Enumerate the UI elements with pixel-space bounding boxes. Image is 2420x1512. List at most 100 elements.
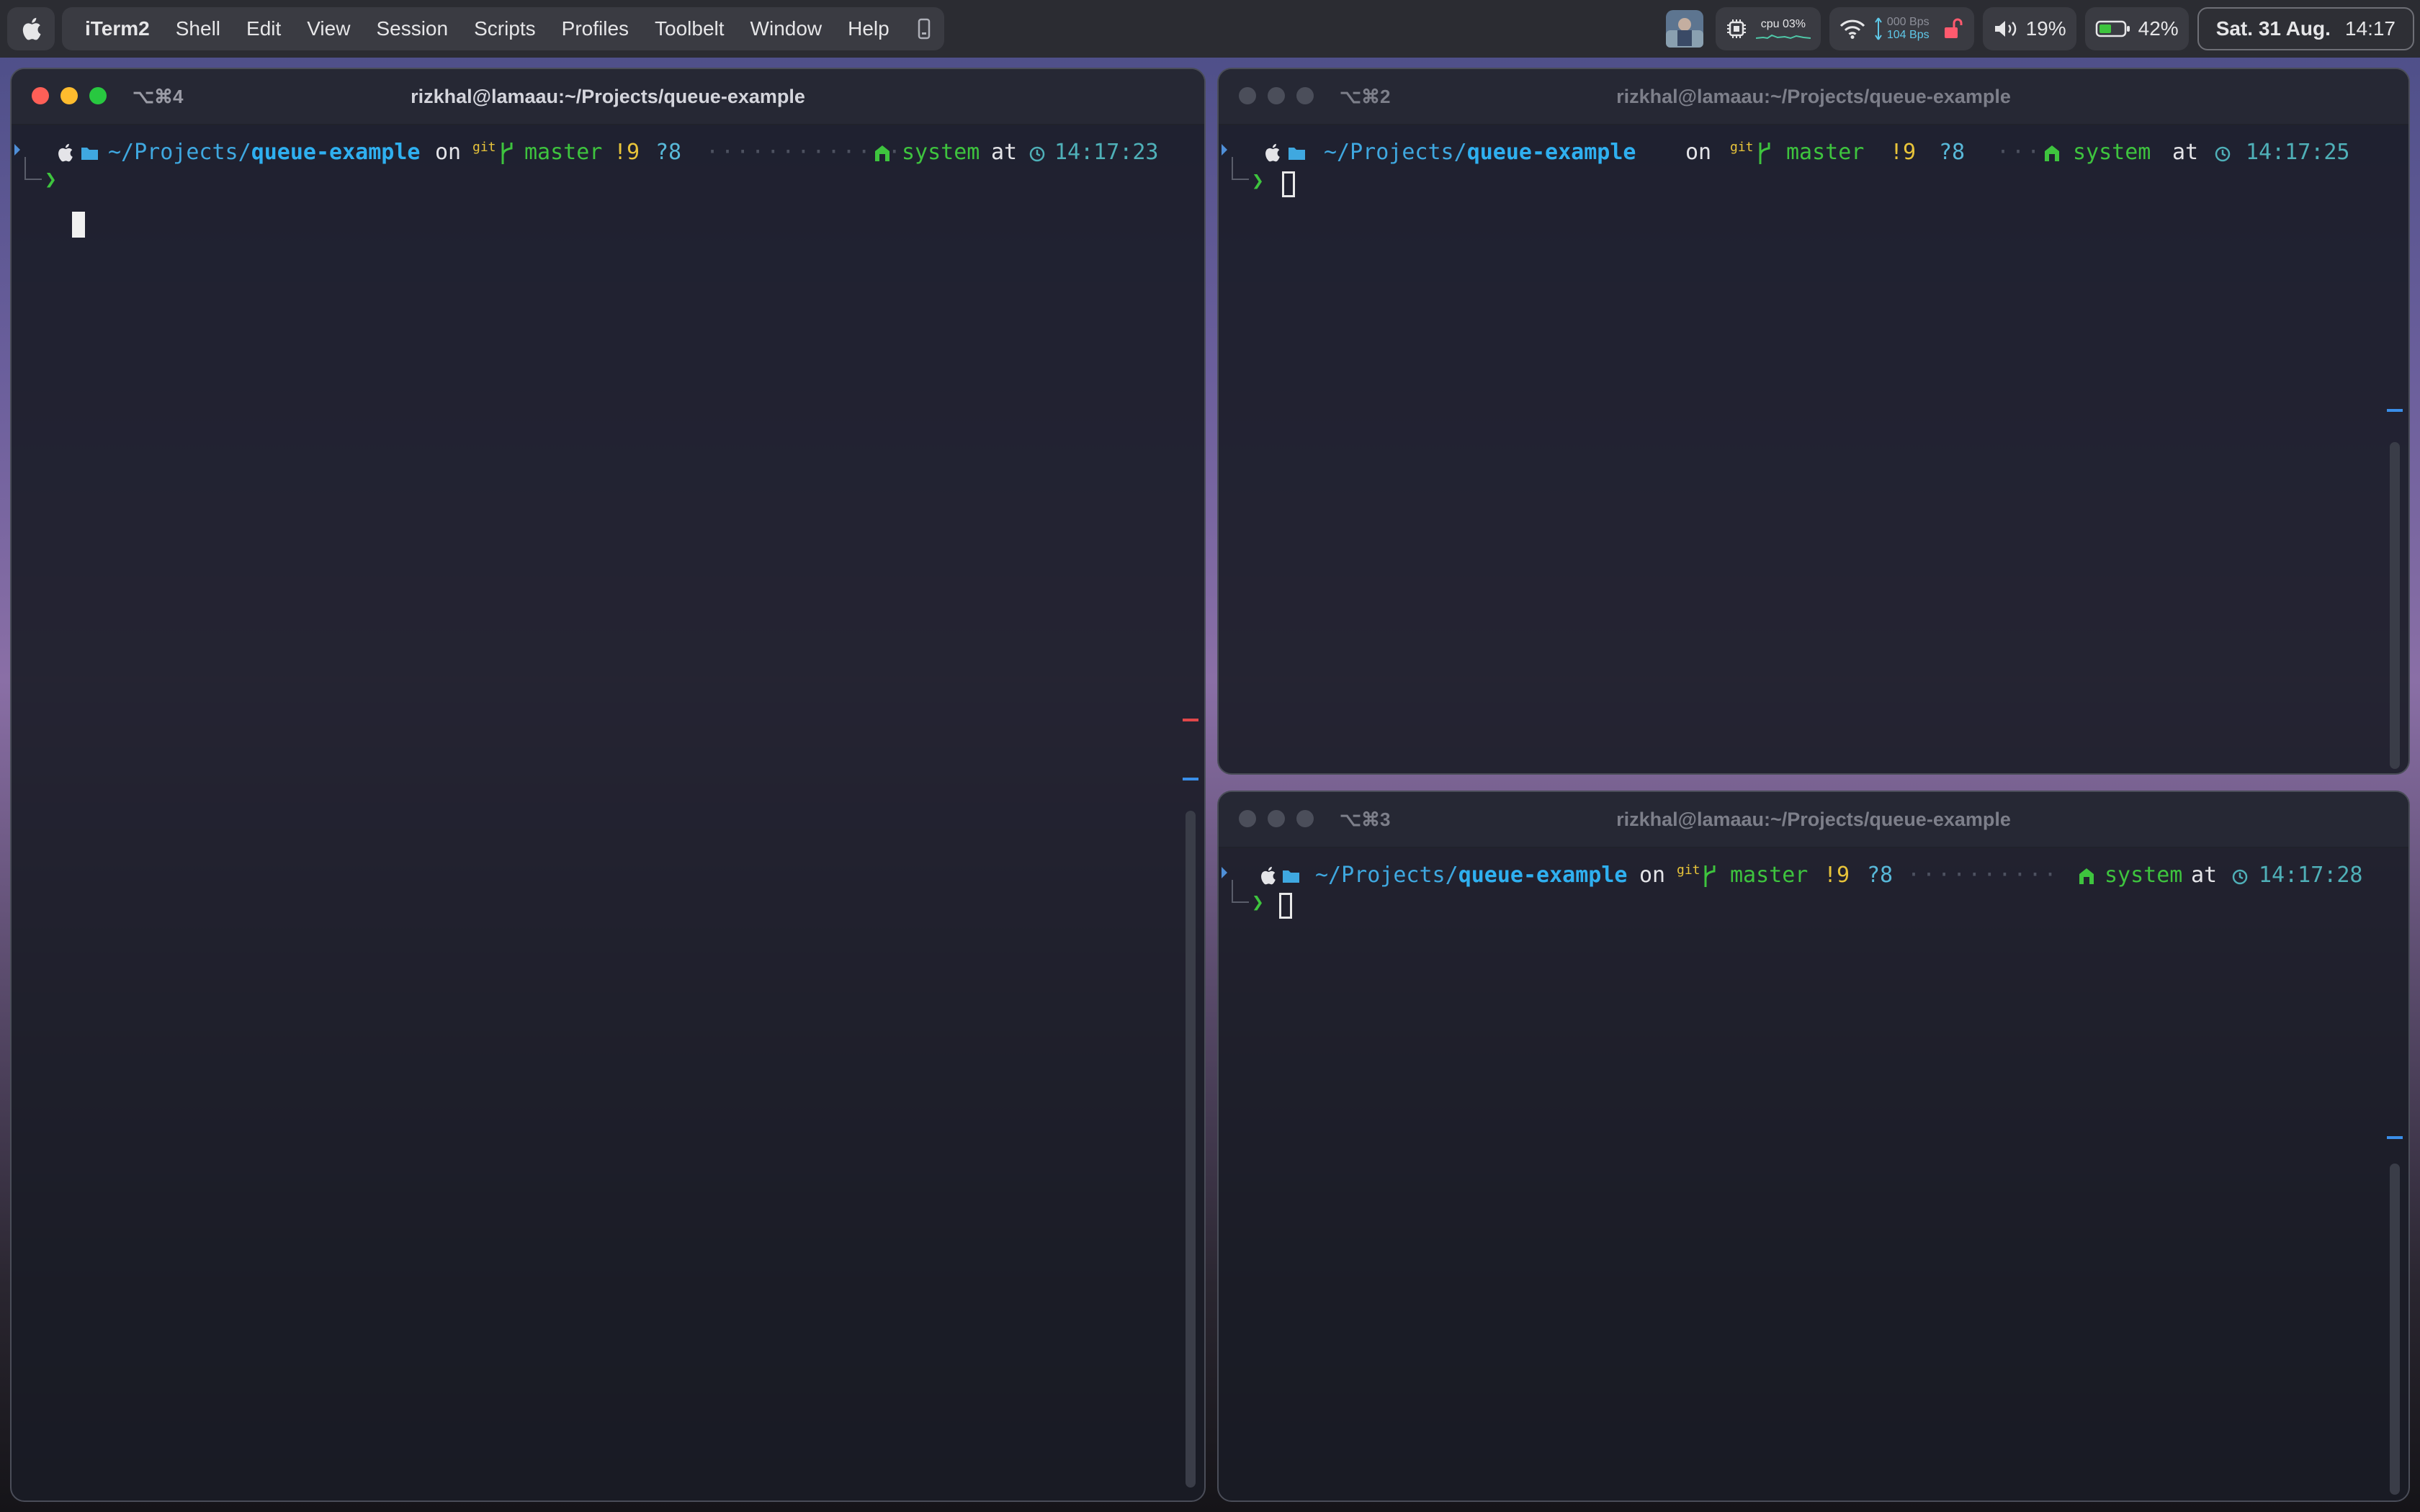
cpu-monitor[interactable]: cpu 03%	[1715, 7, 1821, 50]
branch-name: master	[524, 140, 603, 165]
wifi-icon	[1839, 19, 1865, 39]
prompt-path: ~/Projects/queue-example	[1315, 863, 1628, 888]
window-title: rizkhal@lamaau:~/Projects/queue-example	[1616, 808, 2011, 830]
window-controls	[1239, 87, 1325, 104]
text-cursor	[1279, 893, 1292, 919]
scrollbar[interactable]	[2390, 442, 2400, 769]
menu-view[interactable]: View	[294, 17, 363, 40]
menu-bar: iTerm2 Shell Edit View Session Scripts P…	[0, 0, 2420, 58]
close-button[interactable]	[1239, 87, 1256, 104]
terminal-window-left[interactable]: ⌥⌘4 rizkhal@lamaau:~/Projects/queue-exam…	[10, 68, 1206, 1502]
git-modified: !9	[1824, 863, 1850, 888]
prompt-path: ~/Projects/queue-example	[108, 140, 421, 165]
date-label: Sat. 31 Aug.	[2215, 17, 2331, 40]
zoom-button[interactable]	[1296, 87, 1314, 104]
minimize-button[interactable]	[1268, 87, 1285, 104]
branch-name: master	[1786, 140, 1865, 165]
clock[interactable]: Sat. 31 Aug. 14:17	[2197, 7, 2414, 50]
clock-icon	[2232, 869, 2248, 885]
branch-icon	[1704, 865, 1716, 887]
window-shortcut: ⌥⌘3	[1340, 809, 1391, 830]
apple-icon	[58, 143, 73, 162]
cpu-graph-icon	[1755, 34, 1811, 40]
apple-menu-button[interactable]	[7, 7, 55, 50]
prompt-path: ~/Projects/queue-example	[1324, 140, 1636, 165]
prompt-caret: ❯	[45, 167, 57, 191]
prompt-time: 14:17:23	[1054, 140, 1159, 165]
window-title: rizkhal@lamaau:~/Projects/queue-example	[1616, 85, 2011, 107]
net-down-label: 104 Bps	[1886, 29, 1930, 41]
minimize-button[interactable]	[1268, 810, 1285, 827]
clock-icon	[1029, 146, 1045, 162]
prompt-env: system	[2073, 140, 2151, 165]
menu-help[interactable]: Help	[835, 17, 902, 40]
folder-icon	[81, 148, 98, 160]
window-shortcut: ⌥⌘4	[133, 86, 184, 107]
git-modified: !9	[614, 140, 640, 165]
menu-toolbelt[interactable]: Toolbelt	[642, 17, 738, 40]
node-icon	[875, 145, 889, 161]
battery-status[interactable]: 42%	[2084, 7, 2189, 50]
git-untracked: ?8	[1939, 140, 1966, 165]
menu-shell[interactable]: Shell	[163, 17, 233, 40]
volume-control[interactable]: 19%	[1982, 7, 2076, 50]
battery-icon	[2095, 20, 2130, 37]
network-monitor[interactable]: 000 Bps 104 Bps	[1829, 7, 1974, 50]
terminal-window-top-right[interactable]: ⌥⌘2 rizkhal@lamaau:~/Projects/queue-exam…	[1217, 68, 2410, 775]
prompt-env: system	[2105, 863, 2183, 888]
close-button[interactable]	[32, 87, 49, 104]
unlock-icon	[1944, 18, 1963, 38]
menu-app-iterm2[interactable]: iTerm2	[72, 17, 163, 40]
zoom-button[interactable]	[89, 87, 107, 104]
title-bar[interactable]: ⌥⌘3 rizkhal@lamaau:~/Projects/queue-exam…	[1219, 792, 2408, 848]
scroll-mark-red	[1183, 719, 1198, 721]
title-bar[interactable]: ⌥⌘2 rizkhal@lamaau:~/Projects/queue-exam…	[1219, 69, 2408, 125]
prompt-line: ~/Projects/queue-example on git master !…	[1219, 863, 2408, 891]
prompt-env: system	[902, 140, 980, 165]
user-avatar[interactable]	[1662, 7, 1707, 50]
close-button[interactable]	[1239, 810, 1256, 827]
branch-name: master	[1730, 863, 1809, 888]
apple-icon	[1261, 866, 1276, 885]
scroll-mark-blue	[2387, 1136, 2403, 1139]
scrollbar[interactable]	[1186, 811, 1196, 1488]
app-menus: iTerm2 Shell Edit View Session Scripts P…	[62, 7, 944, 50]
speaker-icon	[1994, 21, 2016, 37]
text-cursor	[72, 212, 85, 238]
menu-profiles[interactable]: Profiles	[549, 17, 642, 40]
prompt-caret: ❯	[1252, 890, 1264, 914]
window-controls	[32, 87, 118, 104]
prompt-filler: ··········	[1907, 863, 2059, 888]
apple-icon	[22, 17, 41, 40]
time-label: 14:17	[2344, 17, 2396, 40]
volume-label: 19%	[2025, 17, 2066, 40]
git-label: git	[1677, 863, 1700, 878]
prompt-at: at	[991, 140, 1018, 165]
menu-session[interactable]: Session	[363, 17, 461, 40]
prompt-line: ~/Projects/queue-example on git master !…	[12, 140, 1204, 168]
scroll-mark-blue	[1183, 778, 1198, 780]
prompt-on: on	[1639, 863, 1666, 888]
clock-icon	[2215, 146, 2231, 162]
zoom-button[interactable]	[1296, 810, 1314, 827]
window-controls	[1239, 810, 1325, 827]
git-label: git	[1730, 140, 1754, 155]
branch-icon	[1759, 143, 1770, 164]
git-label: git	[472, 140, 496, 155]
minimize-button[interactable]	[60, 87, 78, 104]
battery-label: 42%	[2138, 17, 2179, 40]
chip-icon	[1726, 19, 1746, 38]
title-bar[interactable]: ⌥⌘4 rizkhal@lamaau:~/Projects/queue-exam…	[12, 69, 1204, 125]
menu-window[interactable]: Window	[738, 17, 835, 40]
git-modified: !9	[1890, 140, 1917, 165]
phone-icon[interactable]	[917, 18, 931, 40]
prompt-line: ~/Projects/queue-example on git master !…	[1219, 140, 2408, 168]
branch-icon	[501, 143, 513, 164]
menu-edit[interactable]: Edit	[233, 17, 294, 40]
menu-scripts[interactable]: Scripts	[461, 17, 549, 40]
folder-icon	[1289, 148, 1305, 160]
prompt-at: at	[2191, 863, 2218, 888]
scroll-mark-blue	[2387, 409, 2403, 412]
scrollbar[interactable]	[2390, 1164, 2400, 1495]
terminal-window-bottom-right[interactable]: ⌥⌘3 rizkhal@lamaau:~/Projects/queue-exam…	[1217, 791, 2410, 1502]
